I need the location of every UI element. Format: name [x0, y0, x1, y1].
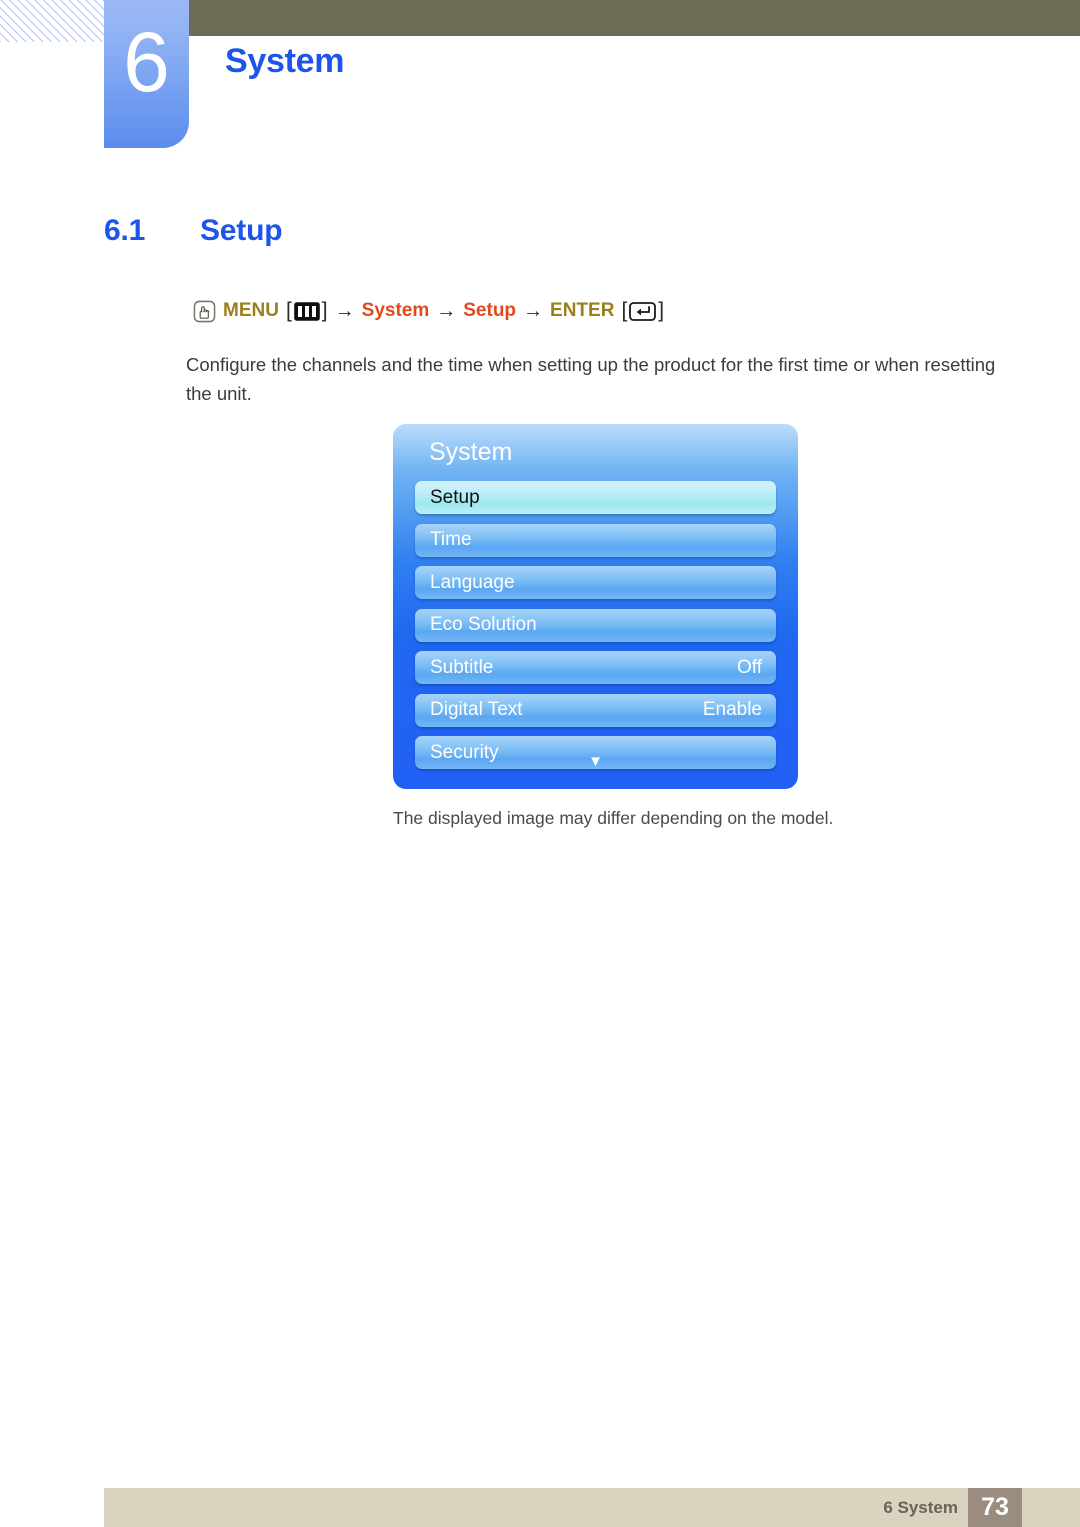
osd-item-digital-text[interactable]: Digital Text Enable — [415, 693, 776, 727]
osd-item-subtitle[interactable]: Subtitle Off — [415, 651, 776, 684]
path-arrow-2: → — [436, 299, 457, 322]
path-arrow-3: → — [523, 299, 544, 322]
header-bar — [172, 0, 1080, 36]
osd-item-label: Eco Solution — [430, 614, 537, 635]
menu-label: MENU — [223, 300, 279, 321]
osd-caption: The displayed image may differ depending… — [393, 808, 834, 828]
osd-item-label: Time — [430, 529, 472, 550]
page-number: 73 — [968, 1488, 1022, 1527]
body-paragraph: Configure the channels and the time when… — [186, 354, 996, 404]
osd-item-label: Subtitle — [430, 656, 494, 678]
enter-label: ENTER — [550, 300, 615, 321]
osd-item-eco-solution[interactable]: Eco Solution — [415, 608, 776, 642]
section-title: Setup — [200, 214, 283, 247]
osd-menu-list: Setup Time Language Eco Solution Subtitl… — [415, 481, 776, 779]
osd-item-time[interactable]: Time — [415, 523, 776, 557]
bracket-open-enter: [ — [621, 299, 628, 322]
path-item-setup: Setup — [463, 300, 517, 321]
osd-item-value: Off — [737, 656, 762, 678]
path-item-system: System — [361, 300, 430, 321]
chapter-title: System — [225, 42, 345, 80]
bracket-close-enter: ] — [658, 299, 665, 322]
osd-item-label: Digital Text — [430, 699, 523, 720]
bracket-open-menu: [ — [285, 299, 292, 322]
osd-item-setup[interactable]: Setup — [415, 481, 776, 514]
chapter-number: 6 — [123, 15, 170, 109]
osd-item-value: Enable — [702, 699, 762, 720]
menu-key-icon — [293, 301, 320, 321]
footer-chapter-label: 6 System — [883, 1498, 958, 1517]
hand-press-icon — [193, 300, 216, 323]
osd-title: System — [429, 438, 513, 466]
chapter-tab: 6 — [104, 0, 189, 148]
corner-hatch-decoration — [0, 0, 112, 42]
osd-item-label: Setup — [430, 486, 480, 508]
bracket-close-menu: ] — [321, 299, 328, 322]
enter-key-icon — [629, 301, 657, 321]
osd-item-label: Language — [430, 571, 515, 593]
osd-panel: System Setup Time Language Eco Solution … — [393, 424, 798, 789]
path-arrow-1: → — [334, 299, 355, 322]
osd-item-language[interactable]: Language — [415, 566, 776, 599]
menu-path: MENU [ ] → System → Setup → ENTER [ ] — [193, 299, 671, 323]
scroll-down-arrow-icon[interactable]: ▼ — [393, 754, 798, 769]
section-number: 6.1 — [104, 214, 146, 247]
section-heading: 6.1 Setup — [104, 214, 283, 248]
